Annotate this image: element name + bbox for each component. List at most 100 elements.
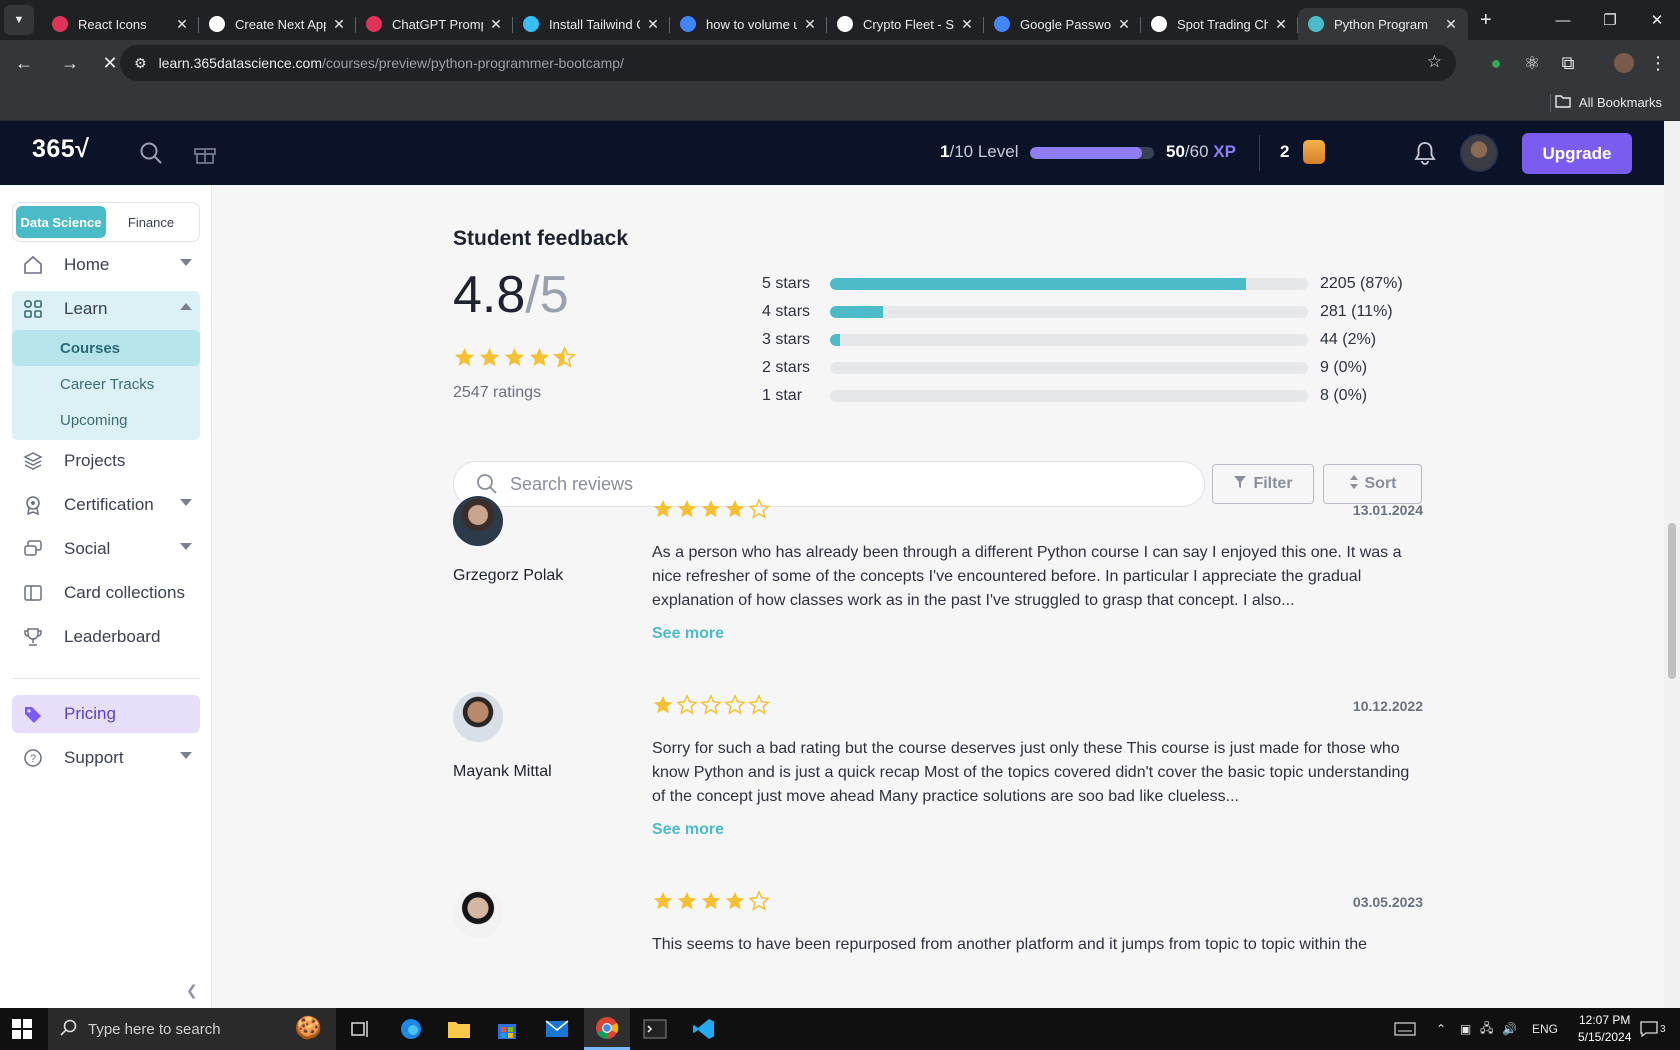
site-logo[interactable]: 365√ bbox=[32, 135, 89, 164]
browser-tab-bar: ▼ React Icons ✕ Create Next App ✕ ChatGPT Pr… bbox=[0, 0, 1680, 40]
restore-button[interactable]: ❐ bbox=[1587, 0, 1633, 40]
sidebar-item-pricing[interactable]: Pricing bbox=[12, 695, 200, 733]
page-scrollbar[interactable] bbox=[1664, 121, 1680, 1008]
sidebar-item-career-tracks[interactable]: Career Tracks bbox=[12, 366, 200, 402]
sidebar-item-card-collections[interactable]: Card collections bbox=[12, 574, 200, 612]
browser-tab[interactable]: ChatGPT Prompt ✕ bbox=[356, 8, 513, 40]
edge-icon[interactable] bbox=[388, 1008, 434, 1050]
review-card: Grzegorz Polak 13.01.2024 As a person who … bbox=[453, 496, 1423, 696]
browser-tab[interactable]: Install Tailwind C ✕ bbox=[513, 8, 670, 40]
reviewer-name: Mayank Mittal bbox=[453, 763, 552, 780]
close-tab-icon[interactable]: ✕ bbox=[1274, 16, 1288, 33]
upgrade-button[interactable]: Upgrade bbox=[1522, 133, 1632, 174]
grammarly-extension-icon[interactable]: ● bbox=[1480, 47, 1512, 79]
windows-start-icon[interactable] bbox=[12, 1019, 32, 1039]
close-tab-icon[interactable]: ✕ bbox=[803, 16, 817, 33]
rating-distribution-row[interactable]: 2 stars 9 (0%) bbox=[762, 354, 1462, 382]
url-path: /courses/preview/python-programmer-bootc… bbox=[322, 55, 624, 71]
bell-icon[interactable] bbox=[1414, 141, 1436, 170]
volume-icon[interactable]: 🔊 bbox=[1502, 1008, 1517, 1050]
close-tab-icon[interactable]: ✕ bbox=[960, 16, 974, 33]
review-search-input[interactable] bbox=[510, 473, 1110, 495]
sidebar-item-learn[interactable]: Learn bbox=[12, 290, 200, 328]
show-hidden-icons[interactable]: ⌃ bbox=[1436, 1008, 1446, 1050]
user-avatar[interactable] bbox=[1460, 134, 1498, 172]
browser-menu-icon[interactable]: ⋮ bbox=[1642, 47, 1674, 79]
extensions-icon[interactable]: ⧉ bbox=[1552, 47, 1584, 79]
network-icon[interactable]: 🖧 bbox=[1480, 1008, 1493, 1050]
browser-tab[interactable]: Crypto Fleet - Se ✕ bbox=[827, 8, 984, 40]
close-tab-icon[interactable]: ✕ bbox=[332, 16, 346, 33]
forward-button[interactable]: → bbox=[54, 47, 86, 79]
rating-distribution-row[interactable]: 3 stars 44 (2%) bbox=[762, 326, 1462, 354]
search-icon[interactable] bbox=[139, 141, 163, 165]
terminal-icon[interactable] bbox=[632, 1008, 678, 1050]
meet-now-icon[interactable]: ▣ bbox=[1460, 1008, 1471, 1050]
sidebar-item-courses[interactable]: Courses bbox=[12, 330, 200, 366]
sidebar-item-label: Home bbox=[64, 255, 110, 274]
task-view-icon[interactable] bbox=[338, 1008, 384, 1050]
sidebar-item-home[interactable]: Home bbox=[12, 246, 200, 284]
rating-distribution-row[interactable]: 5 stars 2205 (87%) bbox=[762, 270, 1462, 298]
search-icon bbox=[60, 1019, 78, 1041]
sidebar-item-support[interactable]: ? Support bbox=[12, 739, 200, 777]
segment-finance[interactable]: Finance bbox=[106, 206, 196, 238]
react-devtools-icon[interactable]: ⚛ bbox=[1516, 47, 1548, 79]
back-button[interactable]: ← bbox=[8, 47, 40, 79]
browser-tab[interactable]: Spot Trading Ch ✕ bbox=[1141, 8, 1298, 40]
sidebar-item-social[interactable]: Social bbox=[12, 530, 200, 568]
mail-icon[interactable] bbox=[534, 1008, 580, 1050]
rating-bar bbox=[830, 390, 1308, 402]
sidebar-item-certification[interactable]: Certification bbox=[12, 486, 200, 524]
chevron-down-icon bbox=[180, 543, 192, 550]
keyboard-icon[interactable] bbox=[1394, 1008, 1416, 1050]
file-explorer-icon[interactable] bbox=[436, 1008, 482, 1050]
collapse-sidebar-icon[interactable]: ❮ bbox=[186, 982, 198, 999]
notifications-icon[interactable]: 3 bbox=[1640, 1008, 1666, 1050]
sidebar-item-projects[interactable]: Projects bbox=[12, 442, 200, 480]
sidebar-item-leaderboard[interactable]: Leaderboard bbox=[12, 618, 200, 656]
rating-distribution-row[interactable]: 1 star 8 (0%) bbox=[762, 382, 1462, 410]
coin-stack-icon[interactable] bbox=[1303, 140, 1325, 164]
close-tab-icon[interactable]: ✕ bbox=[175, 16, 189, 33]
system-clock[interactable]: 12:07 PM 5/15/2024 bbox=[1578, 1012, 1631, 1046]
browser-tab[interactable]: Create Next App ✕ bbox=[199, 8, 356, 40]
language-indicator[interactable]: ENG bbox=[1532, 1008, 1558, 1050]
rating-distribution-row[interactable]: 4 stars 281 (11%) bbox=[762, 298, 1462, 326]
see-more-link[interactable]: See more bbox=[652, 821, 724, 839]
average-stars bbox=[453, 346, 576, 374]
site-info-icon[interactable]: ⚙ bbox=[134, 55, 147, 72]
scrollbar-thumb[interactable] bbox=[1668, 523, 1676, 679]
store-icon[interactable] bbox=[484, 1008, 530, 1050]
xp-progress-fill bbox=[1030, 147, 1142, 159]
minimize-button[interactable]: — bbox=[1540, 0, 1586, 40]
browser-tab[interactable]: Google Passwor ✕ bbox=[984, 8, 1141, 40]
profile-avatar[interactable] bbox=[1614, 53, 1634, 73]
browser-tab[interactable]: how to volume u ✕ bbox=[670, 8, 827, 40]
cards-icon bbox=[22, 582, 44, 604]
sidebar-item-upcoming[interactable]: Upcoming bbox=[12, 402, 200, 438]
filter-label: Filter bbox=[1253, 475, 1293, 492]
rating-max: /5 bbox=[525, 266, 569, 324]
close-tab-icon[interactable]: ✕ bbox=[1117, 16, 1131, 33]
gift-icon[interactable] bbox=[193, 141, 217, 165]
vscode-icon[interactable] bbox=[681, 1008, 727, 1050]
close-tab-icon[interactable]: ✕ bbox=[489, 16, 503, 33]
browser-tab[interactable]: Python Program ✕ bbox=[1298, 8, 1468, 40]
close-window-button[interactable]: ✕ bbox=[1634, 0, 1680, 40]
close-tab-icon[interactable]: ✕ bbox=[646, 16, 660, 33]
tab-search-button[interactable]: ▼ bbox=[4, 5, 34, 35]
close-tab-icon[interactable]: ✕ bbox=[1444, 16, 1458, 33]
browser-tab[interactable]: React Icons ✕ bbox=[42, 8, 199, 40]
see-more-link[interactable]: See more bbox=[652, 625, 724, 643]
all-bookmarks-button[interactable]: All Bookmarks bbox=[1555, 94, 1662, 111]
grid-icon bbox=[22, 298, 44, 320]
segment-data-science[interactable]: Data Science bbox=[16, 206, 106, 238]
bookmark-star-icon[interactable]: ☆ bbox=[1427, 52, 1442, 72]
new-tab-button[interactable]: + bbox=[1480, 9, 1492, 32]
tab-title: Google Passwor bbox=[1020, 16, 1111, 32]
chrome-icon[interactable] bbox=[584, 1008, 630, 1050]
coin-count[interactable]: 2 bbox=[1280, 142, 1289, 162]
taskbar-search[interactable]: Type here to search 🍪 bbox=[48, 1008, 336, 1050]
address-bar[interactable]: ⚙ learn.365datascience.com/courses/previ… bbox=[120, 45, 1456, 81]
